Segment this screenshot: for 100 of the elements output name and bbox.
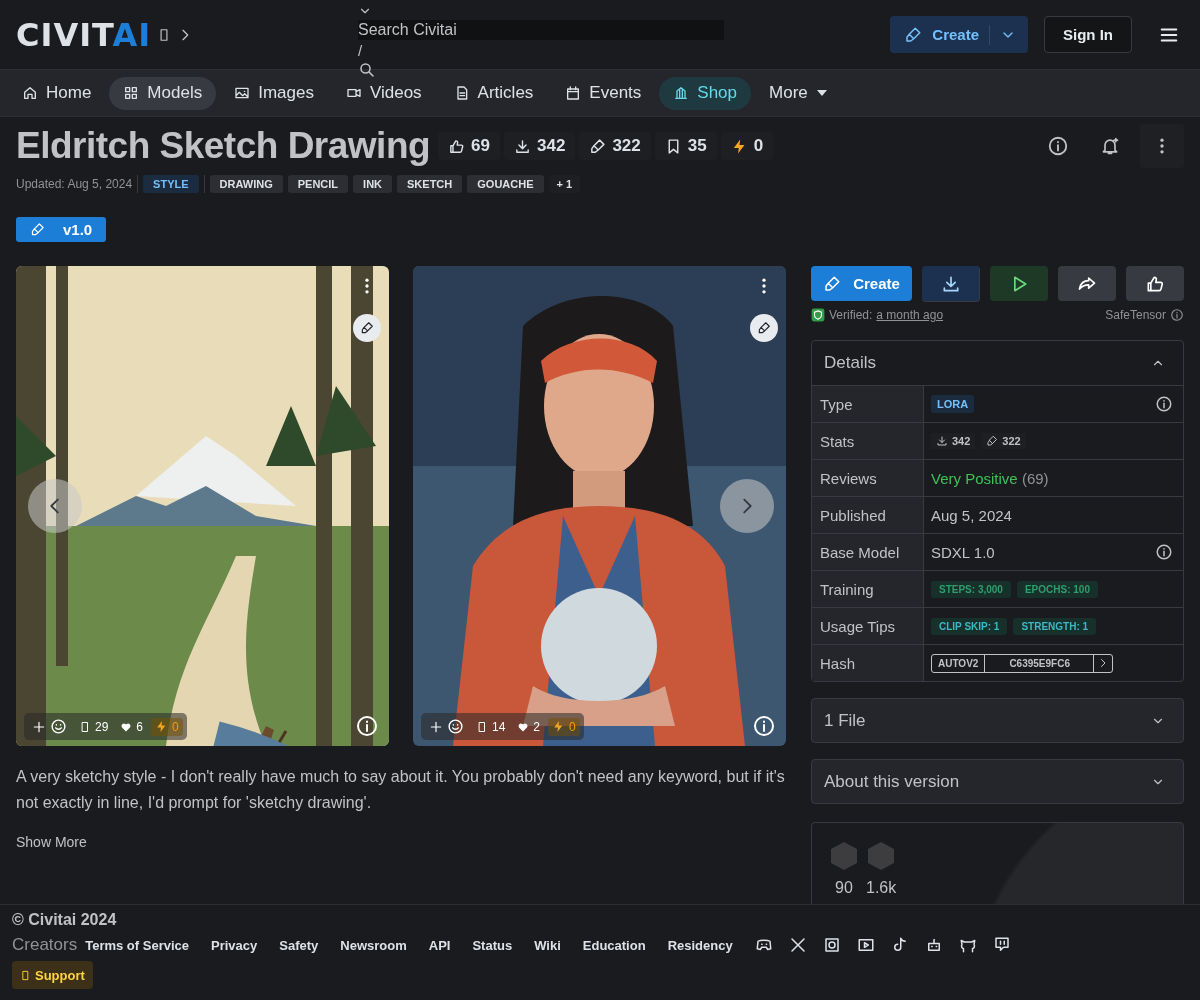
support-button[interactable]: Support <box>12 961 93 989</box>
nav-tab[interactable]: Images <box>220 76 328 110</box>
info-icon <box>355 714 379 738</box>
glyph-box-icon <box>79 720 91 733</box>
row-label: Reviews <box>812 460 924 497</box>
detail-value: Aug 5, 2024 <box>931 506 1012 524</box>
smiley-icon <box>447 718 464 735</box>
info-icon <box>1047 135 1069 157</box>
footer-link[interactable]: Status <box>472 937 513 953</box>
footer-link[interactable]: Terms of Service <box>85 937 189 953</box>
details-title: Details <box>824 353 876 373</box>
nav-tab[interactable]: Articles <box>439 76 548 110</box>
glyph-box-icon <box>476 720 488 733</box>
more-tags-button[interactable]: + 1 <box>548 175 581 193</box>
stat-badge: 0 <box>720 132 774 160</box>
section-header[interactable]: About this version <box>811 759 1184 804</box>
verified-label: Verified: <box>829 308 873 322</box>
previous-button[interactable] <box>28 479 82 533</box>
updated-date: Updated: Aug 5, 2024 <box>16 177 133 191</box>
section-title: About this version <box>824 771 960 792</box>
shortcut-key: / <box>358 42 363 59</box>
search-field[interactable]: Search Civitai <box>358 20 724 40</box>
hash-field[interactable]: AUTOV2 C6395E9FC6 <box>931 653 1114 673</box>
type-tag: LORA <box>931 395 975 413</box>
section-title: 1 File <box>824 710 866 731</box>
section-header[interactable]: 1 File <box>811 698 1184 743</box>
like-count[interactable]: 2 <box>513 717 545 736</box>
model-title: Eldritch Sketch Drawing <box>16 125 431 167</box>
next-button[interactable] <box>720 479 774 533</box>
logo[interactable]: CIVITAI <box>16 15 152 54</box>
thumbs-up-icon <box>448 137 466 155</box>
version-tab[interactable]: v1.0 <box>16 217 107 242</box>
tag[interactable]: PENCIL <box>287 175 349 193</box>
calendar-icon <box>565 85 582 101</box>
info-chip: STRENGTH: 1 <box>1013 617 1097 635</box>
grid-icon <box>123 85 140 101</box>
footer-link[interactable]: API <box>428 937 451 953</box>
info-icon <box>752 714 776 738</box>
search-icon <box>358 61 376 79</box>
download-icon <box>514 137 531 155</box>
tag[interactable]: INK <box>353 175 393 193</box>
like-button[interactable] <box>1126 266 1184 301</box>
stat-value: 90 <box>835 879 853 897</box>
copyright: © Civitai 2024 <box>12 911 118 929</box>
row-label: Training <box>812 571 924 608</box>
comment-count[interactable]: 14 <box>472 717 510 736</box>
footer-link[interactable]: Wiki <box>534 937 561 953</box>
stat-badge: 69 <box>438 132 500 160</box>
brush-icon <box>823 274 842 293</box>
play-button[interactable] <box>990 266 1049 301</box>
bell-icon <box>1100 136 1120 156</box>
nav-tab[interactable]: Models <box>109 76 217 110</box>
image-info-button[interactable] <box>752 714 776 738</box>
camera-icon[interactable] <box>822 936 841 954</box>
info-icon <box>1155 543 1173 561</box>
plus-icon <box>32 719 46 734</box>
tag[interactable]: DRAWING <box>209 175 283 193</box>
footer-link[interactable]: Privacy <box>211 937 258 953</box>
nav-tab[interactable]: More <box>755 76 842 110</box>
download-button[interactable] <box>922 266 981 302</box>
buzz-count[interactable]: 0 <box>548 717 580 736</box>
tag[interactable]: SKETCH <box>397 175 463 193</box>
chat-icon[interactable] <box>992 936 1011 954</box>
show-more-link[interactable]: Show More <box>16 834 87 850</box>
footer-link[interactable]: Safety <box>279 937 319 953</box>
heart-icon <box>517 720 530 733</box>
creators-link[interactable]: Creators <box>12 935 78 955</box>
share-button[interactable] <box>1058 266 1117 301</box>
brush-icon <box>904 25 923 44</box>
nav-tab[interactable]: Shop <box>659 76 752 110</box>
row-label: Base Model <box>812 534 924 571</box>
like-count[interactable]: 6 <box>116 717 148 736</box>
stat-badge: 35 <box>654 132 717 160</box>
footer-link[interactable]: Education <box>582 937 646 953</box>
file-format: SafeTensor <box>1105 308 1166 322</box>
nav-tab[interactable]: Videos <box>331 76 436 110</box>
image-info-button[interactable] <box>355 714 379 738</box>
footer-link[interactable]: Residency <box>667 937 733 953</box>
tag[interactable]: GOUACHE <box>467 175 544 193</box>
stat-badge: 322 <box>981 433 1026 449</box>
category-tag[interactable]: STYLE <box>143 175 199 193</box>
house-icon <box>22 85 38 101</box>
footer-link[interactable]: Newsroom <box>340 937 407 953</box>
verified-time-link[interactable]: a month ago <box>876 308 944 322</box>
review-rating[interactable]: Very Positive (69) <box>931 469 1049 487</box>
plus-icon <box>429 719 443 734</box>
stat-badge: 342 <box>504 132 576 160</box>
comment-count[interactable]: 29 <box>75 717 113 736</box>
create-button[interactable]: Create <box>890 16 1028 53</box>
nav-tab[interactable]: Home <box>8 76 106 110</box>
create-button[interactable]: Create <box>811 266 913 301</box>
nav-tab[interactable]: Events <box>551 76 656 110</box>
shield-icon <box>811 308 825 322</box>
stat-badge: 342 <box>931 433 976 449</box>
brush-icon <box>589 137 607 155</box>
brush-icon <box>360 321 374 335</box>
x-mark-icon[interactable] <box>788 936 807 954</box>
columns-icon <box>673 85 690 101</box>
sign-in-button[interactable]: Sign In <box>1044 16 1132 53</box>
info-chip: STEPS: 3,000 <box>931 580 1011 598</box>
